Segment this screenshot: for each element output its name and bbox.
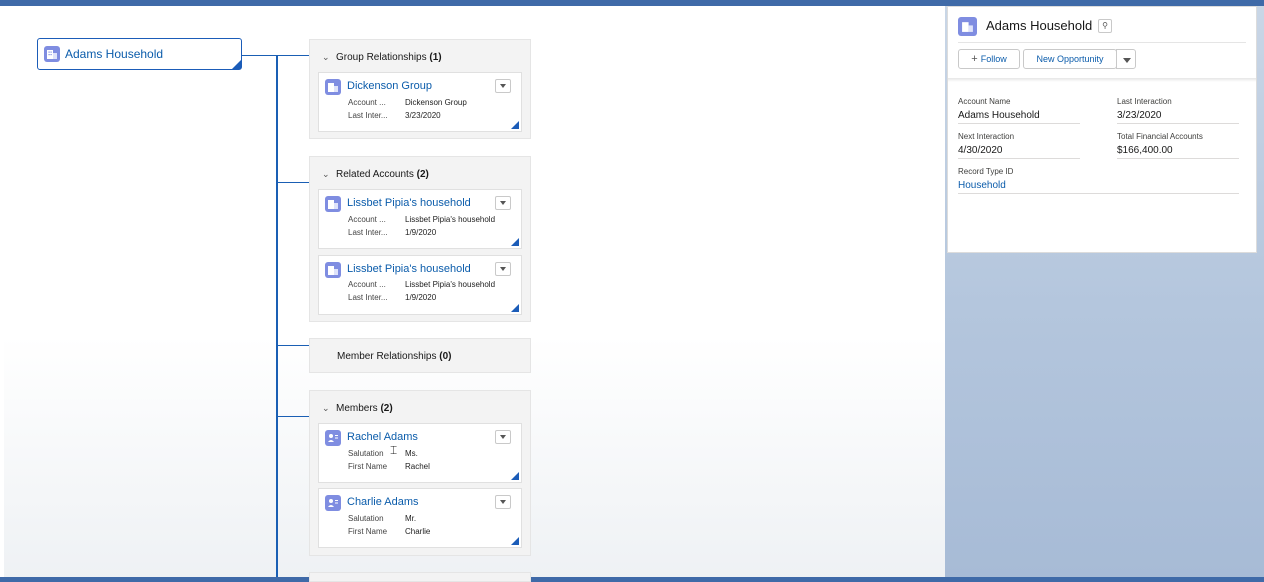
field-label: Last Inter... — [348, 293, 388, 302]
hierarchy-icon[interactable]: ⚲ — [1098, 19, 1112, 33]
field-label: Salutation — [348, 449, 384, 458]
field-value: 1/9/2020 — [405, 228, 437, 237]
account-icon — [958, 17, 977, 36]
account-icon — [44, 46, 60, 62]
total-financial-value: $166,400.00 — [1117, 145, 1173, 156]
next-interaction-value: 4/30/2020 — [958, 145, 1003, 156]
record-title-link[interactable]: Rachel Adams — [347, 431, 418, 443]
expand-corner[interactable] — [511, 121, 519, 129]
field-value: Lissbet Pipia's household — [405, 280, 496, 289]
field-label: Last Inter... — [348, 228, 388, 237]
card-menu-button[interactable] — [495, 79, 511, 93]
record-card[interactable]: Rachel Adams Salutation Ms. First Name R… — [318, 423, 522, 483]
related-accounts: ⌄ Related Accounts (2) Lissbet Pipia's ho… — [309, 156, 531, 322]
record-card[interactable]: Dickenson Group Account ... Dickenson Gr… — [318, 72, 522, 132]
contact-icon — [325, 495, 341, 511]
field-label: Last Inter... — [348, 111, 388, 120]
expand-corner[interactable] — [232, 60, 241, 69]
chevron-down-icon[interactable]: ⌄ — [322, 403, 332, 414]
group-header[interactable]: Member Relationships (0) — [337, 351, 452, 362]
field-label: Account ... — [348, 280, 386, 289]
chevron-down-icon[interactable]: ⌄ — [322, 52, 332, 63]
record-card[interactable]: Lissbet Pipia's household Account ... Li… — [318, 189, 522, 249]
field-value: Mr. — [405, 514, 417, 523]
record-detail-panel: Adams Household ⚲ + Follow New Opportunit… — [947, 6, 1257, 253]
expand-corner[interactable] — [511, 304, 519, 312]
field-label: First Name — [348, 527, 388, 536]
field-divider — [958, 193, 1239, 194]
expand-corner[interactable] — [511, 472, 519, 480]
field-label: Account ... — [348, 215, 386, 224]
account-icon — [325, 79, 341, 95]
record-title-link[interactable]: Lissbet Pipia's household — [347, 263, 471, 275]
card-menu-button[interactable] — [495, 262, 511, 276]
field-label: Account ... — [348, 98, 386, 107]
next-interaction-label: Next Interaction — [958, 132, 1015, 141]
follow-button[interactable]: + Follow — [958, 49, 1020, 69]
card-menu-button[interactable] — [495, 430, 511, 444]
field-value: 3/23/2020 — [405, 111, 441, 120]
record-title-link[interactable]: Dickenson Group — [347, 80, 432, 92]
root-node-label[interactable]: Adams Household — [65, 47, 163, 61]
expand-corner[interactable] — [511, 238, 519, 246]
record-type-link[interactable]: Household — [958, 180, 1006, 191]
tree-connector — [277, 416, 309, 417]
account-icon — [325, 196, 341, 212]
root-node[interactable]: Adams Household — [37, 38, 242, 70]
tree-connector — [277, 345, 309, 346]
expand-corner[interactable] — [511, 537, 519, 545]
chevron-down-icon[interactable]: ⌄ — [322, 169, 332, 180]
group-relationships: ⌄ Group Relationships (1) Dickenson Group… — [309, 39, 531, 139]
field-value: 1/9/2020 — [405, 293, 437, 302]
field-divider — [1117, 123, 1239, 124]
group-header[interactable]: ⌄ Members (2) — [322, 403, 393, 414]
last-interaction-label: Last Interaction — [1117, 97, 1172, 106]
next-group — [309, 572, 531, 582]
members: ⌄ Members (2) Rachel Adams Salutation Ms.… — [309, 390, 531, 556]
account-name-label: Account Name — [958, 97, 1011, 106]
total-financial-label: Total Financial Accounts — [1117, 132, 1203, 141]
field-label: Salutation — [348, 514, 384, 523]
panel-title: Adams Household — [986, 18, 1093, 33]
field-divider — [958, 158, 1080, 159]
field-value: Rachel — [405, 462, 430, 471]
field-value: Dickenson Group — [405, 98, 467, 107]
group-header[interactable]: ⌄ Related Accounts (2) — [322, 169, 429, 180]
tree-trunk — [276, 55, 278, 577]
field-value: Ms. — [405, 449, 418, 458]
card-menu-button[interactable] — [495, 196, 511, 210]
field-value: Charlie — [405, 527, 431, 536]
record-card[interactable]: Lissbet Pipia's household Account ... Li… — [318, 255, 522, 315]
tree-connector — [277, 182, 309, 183]
record-card[interactable]: Charlie Adams Salutation Mr. First Name … — [318, 488, 522, 548]
record-title-link[interactable]: Lissbet Pipia's household — [347, 197, 471, 209]
text-cursor-icon: ⌶ — [390, 443, 398, 457]
new-opportunity-button[interactable]: New Opportunity — [1023, 49, 1117, 69]
divider — [958, 42, 1246, 43]
member-relationships: Member Relationships (0) — [309, 338, 531, 373]
tree-connector — [242, 55, 277, 56]
group-header[interactable]: ⌄ Group Relationships (1) — [322, 52, 442, 63]
more-actions-dropdown[interactable] — [1116, 49, 1136, 69]
card-menu-button[interactable] — [495, 495, 511, 509]
field-value: Lissbet Pipia's household — [405, 215, 496, 224]
last-interaction-value: 3/23/2020 — [1117, 110, 1162, 121]
account-icon — [325, 262, 341, 278]
contact-icon — [325, 430, 341, 446]
record-type-label: Record Type ID — [958, 167, 1014, 176]
tree-connector — [277, 55, 309, 56]
account-name-value: Adams Household — [958, 110, 1040, 121]
plus-icon: + — [971, 53, 978, 65]
divider — [948, 78, 1256, 82]
field-divider — [958, 123, 1080, 124]
field-divider — [1117, 158, 1239, 159]
field-label: First Name — [348, 462, 388, 471]
record-title-link[interactable]: Charlie Adams — [347, 496, 419, 508]
